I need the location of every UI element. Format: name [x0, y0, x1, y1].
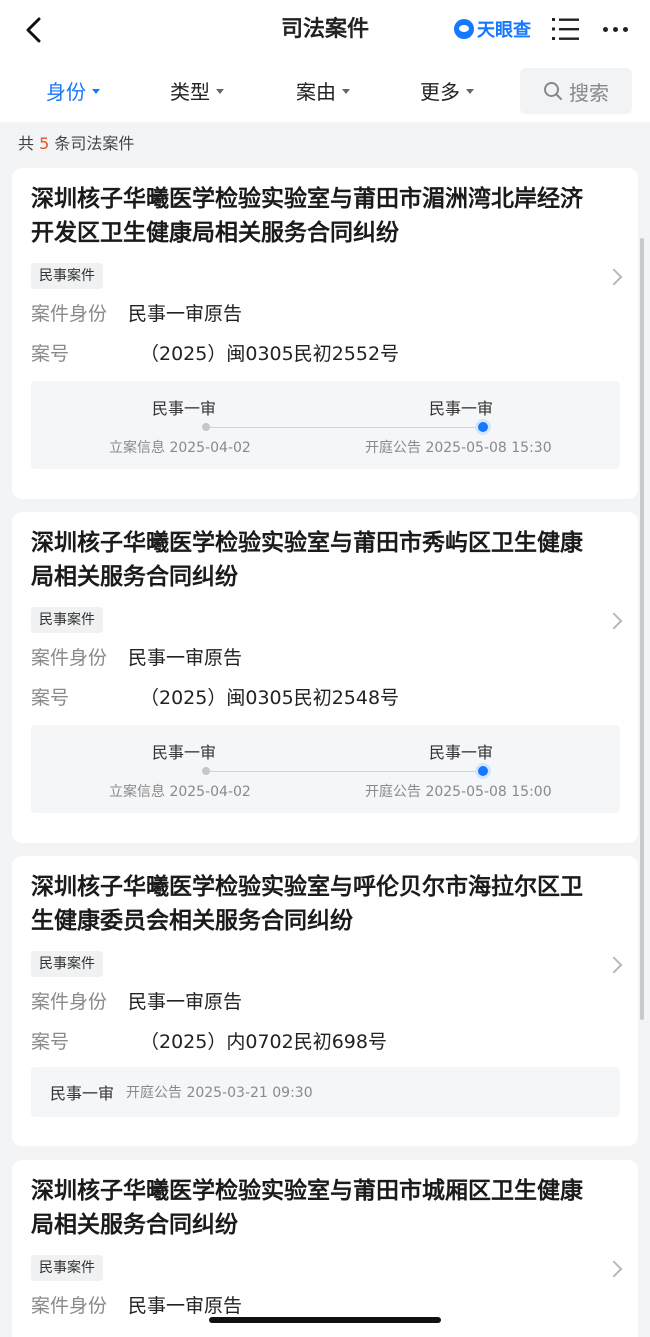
case-card[interactable]: 深圳核子华曦医学检验实验室与莆田市秀屿区卫生健康局相关服务合同纠纷 民事案件 案…: [12, 512, 638, 843]
case-number-row: 案号 （2025）闽0305民初2552号: [31, 340, 399, 368]
chevron-right-icon: [605, 612, 623, 630]
filter-type[interactable]: 类型: [170, 76, 224, 105]
caret-down-icon: [342, 89, 350, 94]
timeline-dot: [202, 423, 210, 431]
filter-more[interactable]: 更多: [420, 76, 474, 105]
timeline-stage: 民事一审: [152, 743, 217, 762]
case-number-row: 案号 （2025）闽0305民初2548号: [31, 684, 399, 712]
timeline-stage: 民事一审: [429, 743, 494, 762]
timeline-stage: 民事一审: [50, 1084, 115, 1103]
list-menu-button[interactable]: [550, 14, 582, 44]
chevron-right-icon: [605, 1260, 623, 1278]
timeline-line: [206, 427, 483, 428]
timeline-dot: [202, 767, 210, 775]
chevron-right-icon: [605, 268, 623, 286]
tianyancha-logo-icon: [454, 19, 474, 39]
list-icon: [552, 18, 579, 40]
filter-identity[interactable]: 身份: [46, 76, 100, 105]
filter-label: 身份: [46, 80, 86, 104]
case-timeline: 民事一审 民事一审 立案信息 2025-04-02 开庭公告 2025-05-0…: [31, 381, 620, 469]
identity-value: 民事一审原告: [128, 1295, 243, 1317]
filter-label: 更多: [420, 80, 460, 104]
brand-name: 天眼查: [477, 20, 531, 41]
caret-down-icon: [466, 89, 474, 94]
identity-label: 案件身份: [31, 1295, 108, 1317]
case-number-value: （2025）内0702民初698号: [140, 1031, 387, 1053]
more-dot-icon: [602, 26, 608, 32]
case-identity-row: 案件身份 民事一审原告: [31, 300, 242, 328]
filter-label: 类型: [170, 80, 210, 104]
search-button[interactable]: 搜索: [520, 68, 632, 114]
filter-label: 案由: [296, 80, 336, 104]
case-card[interactable]: 深圳核子华曦医学检验实验室与呼伦贝尔市海拉尔区卫生健康委员会相关服务合同纠纷 民…: [12, 856, 638, 1146]
case-number-value: （2025）闽0305民初2552号: [140, 343, 400, 365]
case-card[interactable]: 深圳核子华曦医学检验实验室与莆田市城厢区卫生健康局相关服务合同纠纷 民事案件 案…: [12, 1160, 638, 1337]
timeline-info: 开庭公告 2025-05-08 15:30: [365, 440, 552, 456]
top-bar: 司法案件 天眼查: [0, 0, 650, 60]
case-number-row: 案号 （2025）内0702民初698号: [31, 1028, 387, 1056]
timeline-info: 开庭公告 2025-03-21 09:30: [126, 1085, 313, 1101]
case-number-label: 案号: [31, 343, 70, 365]
timeline-info: 立案信息 2025-04-02: [109, 440, 251, 456]
identity-label: 案件身份: [31, 991, 108, 1013]
case-identity-row: 案件身份 民事一审原告: [31, 644, 242, 672]
timeline-info: 立案信息 2025-04-02: [109, 784, 251, 800]
scrollbar[interactable]: [640, 238, 644, 1020]
timeline-dot-active: [478, 766, 488, 776]
case-type-tag: 民事案件: [31, 1255, 103, 1281]
caret-down-icon: [92, 89, 100, 94]
chevron-left-icon: [26, 17, 41, 43]
chevron-right-icon: [605, 956, 623, 974]
identity-value: 民事一审原告: [128, 303, 243, 325]
search-label: 搜索: [569, 80, 609, 105]
case-identity-row: 案件身份 民事一审原告: [31, 988, 242, 1016]
identity-label: 案件身份: [31, 303, 108, 325]
result-count: 共 5 条司法案件: [0, 122, 650, 166]
case-timeline: 民事一审 开庭公告 2025-03-21 09:30: [31, 1067, 620, 1117]
count-suffix: 条司法案件: [54, 134, 135, 153]
case-type-tag: 民事案件: [31, 607, 103, 633]
home-indicator[interactable]: [209, 1317, 441, 1323]
filter-bar: 身份 类型 案由 更多 搜索: [0, 60, 650, 122]
count-prefix: 共: [18, 134, 35, 153]
case-card[interactable]: 深圳核子华曦医学检验实验室与莆田市湄洲湾北岸经济开发区卫生健康局相关服务合同纠纷…: [12, 168, 638, 499]
more-dot-icon: [622, 26, 628, 32]
brand-logo[interactable]: 天眼查: [454, 16, 531, 42]
case-title: 深圳核子华曦医学检验实验室与莆田市湄洲湾北岸经济开发区卫生健康局相关服务合同纠纷: [31, 186, 583, 246]
timeline-info: 开庭公告 2025-05-08 15:00: [365, 784, 552, 800]
caret-down-icon: [216, 89, 224, 94]
identity-value: 民事一审原告: [128, 991, 243, 1013]
timeline-dot-active: [478, 422, 488, 432]
back-button[interactable]: [14, 10, 54, 50]
timeline-stage: 民事一审: [152, 399, 217, 418]
identity-label: 案件身份: [31, 647, 108, 669]
count-number: 5: [39, 134, 50, 153]
case-identity-row: 案件身份 民事一审原告: [31, 1292, 242, 1320]
search-icon: [544, 82, 562, 100]
case-title: 深圳核子华曦医学检验实验室与莆田市秀屿区卫生健康局相关服务合同纠纷: [31, 530, 583, 590]
case-type-tag: 民事案件: [31, 951, 103, 977]
case-number-label: 案号: [31, 1031, 70, 1053]
filter-cause[interactable]: 案由: [296, 76, 350, 105]
identity-value: 民事一审原告: [128, 647, 243, 669]
case-number-value: （2025）闽0305民初2548号: [140, 687, 400, 709]
case-title: 深圳核子华曦医学检验实验室与呼伦贝尔市海拉尔区卫生健康委员会相关服务合同纠纷: [31, 874, 583, 934]
timeline-line: [206, 771, 483, 772]
case-type-tag: 民事案件: [31, 263, 103, 289]
more-options-button[interactable]: [596, 14, 634, 44]
case-timeline: 民事一审 民事一审 立案信息 2025-04-02 开庭公告 2025-05-0…: [31, 725, 620, 813]
case-title: 深圳核子华曦医学检验实验室与莆田市城厢区卫生健康局相关服务合同纠纷: [31, 1178, 583, 1238]
timeline-stage: 民事一审: [429, 399, 494, 418]
case-number-label: 案号: [31, 687, 70, 709]
more-dot-icon: [612, 26, 618, 32]
